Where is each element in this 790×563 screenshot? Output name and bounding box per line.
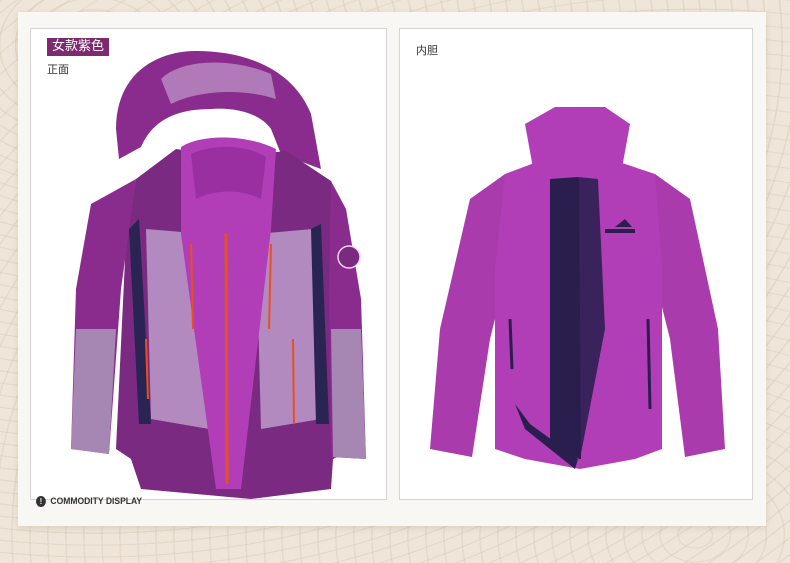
color-badge: 女款紫色 [47,38,110,56]
footer-text: COMMODITY DISPLAY [50,496,143,507]
info-icon: ! [36,496,46,507]
inner-liner-panel: 内胆 [399,28,753,500]
fleece-jacket-image [430,107,725,469]
front-view-panel: 女款紫色 正面 [30,28,387,500]
commodity-display-footer: ! COMMODITY DISPLAY [36,496,142,507]
front-label: 正面 [47,63,69,76]
outer-jacket-image [71,51,366,499]
inner-liner-label: 内胆 [416,44,438,57]
product-display-card: 女款紫色 正面 内胆 ! COMMODITY DISPLAY [18,12,766,526]
